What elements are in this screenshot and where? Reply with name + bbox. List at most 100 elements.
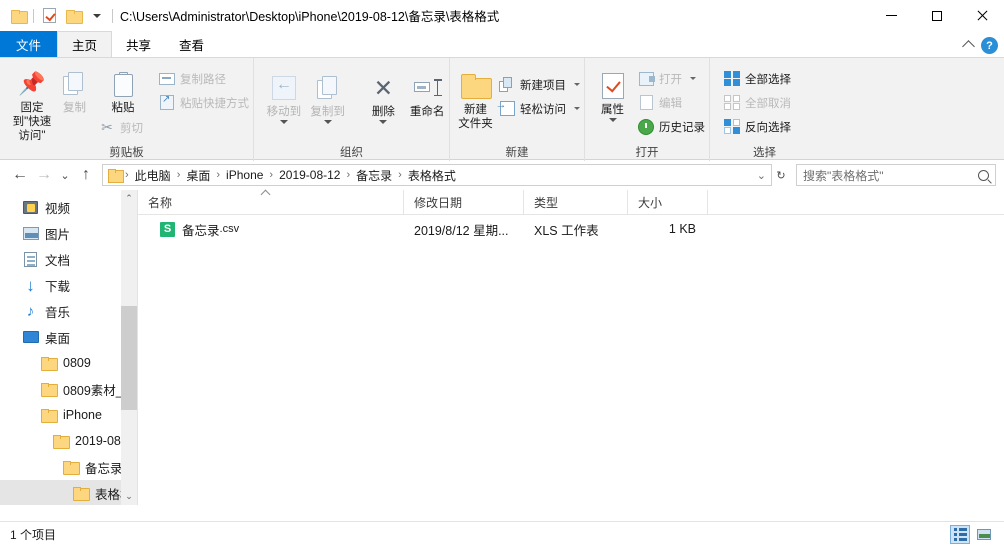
maximize-button[interactable]	[914, 0, 959, 31]
title-bar: C:\Users\Administrator\Desktop\iPhone\20…	[0, 0, 1004, 31]
nav-item-2019-08-12[interactable]: 2019-08-12	[0, 428, 137, 454]
nav-item-desktop[interactable]: 桌面	[0, 324, 137, 350]
group-label-open: 打开	[635, 147, 659, 159]
nav-item-iphone[interactable]: iPhone	[0, 402, 137, 428]
delete-button[interactable]: ✕ 删除	[362, 68, 406, 124]
nav-item-table-format[interactable]: 表格格式	[0, 480, 137, 505]
pin-icon: 📌	[18, 71, 46, 96]
forward-button[interactable]: →	[32, 163, 56, 187]
minimize-button[interactable]	[869, 0, 914, 31]
open-icon	[638, 71, 655, 87]
paste-shortcut-button[interactable]: 粘贴快捷方式	[155, 92, 253, 113]
select-all-button[interactable]: 全部选择	[720, 68, 795, 89]
nav-label-documents: 文档	[45, 253, 71, 268]
move-to-button[interactable]: 移动到	[262, 68, 306, 124]
rename-icon	[414, 71, 441, 105]
column-header-type[interactable]: 类型	[524, 189, 628, 215]
qat-properties-button[interactable]	[37, 5, 61, 27]
scroll-up-icon[interactable]: ⌃	[121, 190, 137, 207]
tab-view[interactable]: 查看	[165, 31, 218, 57]
file-list-pane: 名称 修改日期 类型 大小 S 备忘录 .csv 2019/8/12 星期...…	[137, 189, 1004, 505]
open-caret-icon[interactable]	[690, 77, 696, 80]
paste-icon	[113, 67, 134, 101]
search-input[interactable]: 搜索"表格格式"	[803, 167, 978, 184]
column-header-size[interactable]: 大小	[628, 189, 708, 215]
column-label-name: 名称	[148, 195, 173, 210]
nav-label-downloads: 下载	[45, 279, 71, 294]
new-item-caret-icon[interactable]	[574, 83, 580, 86]
paste-button[interactable]: 粘贴	[95, 64, 151, 115]
nav-label-iphone: iPhone	[63, 408, 102, 422]
nav-item-documents[interactable]: 文档	[0, 246, 137, 272]
paste-shortcut-label: 粘贴快捷方式	[180, 97, 249, 110]
back-button[interactable]: ←	[8, 163, 32, 187]
table-row[interactable]: S 备忘录 .csv 2019/8/12 星期... XLS 工作表 1 KB	[138, 215, 1004, 243]
qat-customize-button[interactable]	[85, 5, 109, 27]
breadcrumb[interactable]: › 此电脑 › 桌面 › iPhone › 2019-08-12 › 备忘录 ›…	[102, 164, 772, 186]
help-button[interactable]: ?	[981, 37, 998, 54]
new-folder-button[interactable]: 新建 文件夹	[458, 66, 493, 131]
easy-access-caret-icon[interactable]	[574, 107, 580, 110]
nav-item-beiwanglu[interactable]: 备忘录	[0, 454, 137, 480]
nav-item-music[interactable]: ♪ 音乐	[0, 298, 137, 324]
breadcrumb-item-2[interactable]: iPhone	[221, 168, 268, 182]
search-icon	[978, 169, 989, 181]
column-header-date[interactable]: 修改日期	[404, 189, 524, 215]
qat-new-folder-button[interactable]	[61, 5, 85, 27]
tab-share[interactable]: 共享	[112, 31, 165, 57]
copy-path-button[interactable]: 复制路径	[155, 68, 253, 89]
search-box[interactable]: 搜索"表格格式"	[796, 164, 996, 186]
cell-name[interactable]: S 备忘录 .csv	[138, 215, 404, 243]
properties-caret-icon[interactable]	[608, 118, 617, 122]
column-header-name[interactable]: 名称	[138, 189, 404, 215]
edit-icon	[638, 95, 654, 111]
nav-item-0809[interactable]: 0809	[0, 350, 137, 376]
music-icon: ♪	[26, 302, 35, 320]
tab-home[interactable]: 主页	[57, 31, 113, 57]
copy-to-caret-icon[interactable]	[323, 120, 332, 124]
recent-locations-button[interactable]: ⌄	[56, 163, 74, 187]
cut-button[interactable]: ✂ 剪切	[95, 117, 151, 138]
copy-button[interactable]: 复制	[54, 64, 95, 115]
pin-to-quick-access-button[interactable]: 📌 固定到"快速访问"	[10, 64, 54, 143]
history-button[interactable]: 历史记录	[634, 116, 709, 137]
invert-selection-button[interactable]: 反向选择	[720, 116, 795, 137]
easy-access-button[interactable]: 轻松访问	[495, 98, 584, 119]
breadcrumb-item-0[interactable]: 此电脑	[130, 167, 176, 184]
rename-button[interactable]: 重命名	[405, 68, 449, 119]
nav-item-0809-material[interactable]: 0809素材_图片	[0, 376, 137, 402]
details-view-button[interactable]	[950, 524, 970, 544]
breadcrumb-item-1[interactable]: 桌面	[181, 167, 215, 184]
breadcrumb-folder-icon	[108, 169, 124, 183]
nav-item-videos[interactable]: 视频	[0, 194, 137, 220]
tab-file[interactable]: 文件	[0, 31, 58, 57]
close-button[interactable]	[959, 0, 1004, 31]
navigation-scrollbar[interactable]: ⌃ ⌄	[121, 190, 137, 505]
breadcrumb-item-4[interactable]: 备忘录	[351, 167, 397, 184]
select-none-label: 全部取消	[745, 97, 791, 110]
scrollbar-thumb[interactable]	[121, 306, 137, 410]
qat-folder-icon[interactable]	[6, 5, 30, 27]
select-none-button[interactable]: 全部取消	[720, 92, 795, 113]
delete-caret-icon[interactable]	[379, 120, 388, 124]
scroll-down-icon[interactable]: ⌄	[121, 488, 137, 505]
nav-item-pictures[interactable]: 图片	[0, 220, 137, 246]
new-folder-icon	[460, 69, 492, 103]
up-button[interactable]: ↑	[74, 163, 98, 187]
properties-button[interactable]: 属性	[593, 66, 632, 122]
open-button[interactable]: 打开	[634, 68, 709, 89]
nav-item-downloads[interactable]: ↓ 下载	[0, 272, 137, 298]
large-icons-view-button[interactable]	[974, 525, 994, 544]
address-dropdown-icon[interactable]: ⌄	[756, 169, 767, 182]
cell-date: 2019/8/12 星期...	[414, 223, 509, 238]
breadcrumb-item-3[interactable]: 2019-08-12	[274, 168, 345, 182]
refresh-button[interactable]: ↻	[772, 163, 790, 187]
copy-to-button[interactable]: 复制到	[306, 68, 350, 124]
move-to-caret-icon[interactable]	[279, 120, 288, 124]
maximize-icon	[931, 10, 942, 21]
breadcrumb-item-5[interactable]: 表格格式	[403, 167, 461, 184]
collapse-ribbon-icon[interactable]	[962, 40, 975, 53]
easy-access-label: 轻松访问	[520, 103, 566, 116]
edit-button[interactable]: 编辑	[634, 92, 709, 113]
new-item-button[interactable]: 新建项目	[495, 74, 584, 95]
